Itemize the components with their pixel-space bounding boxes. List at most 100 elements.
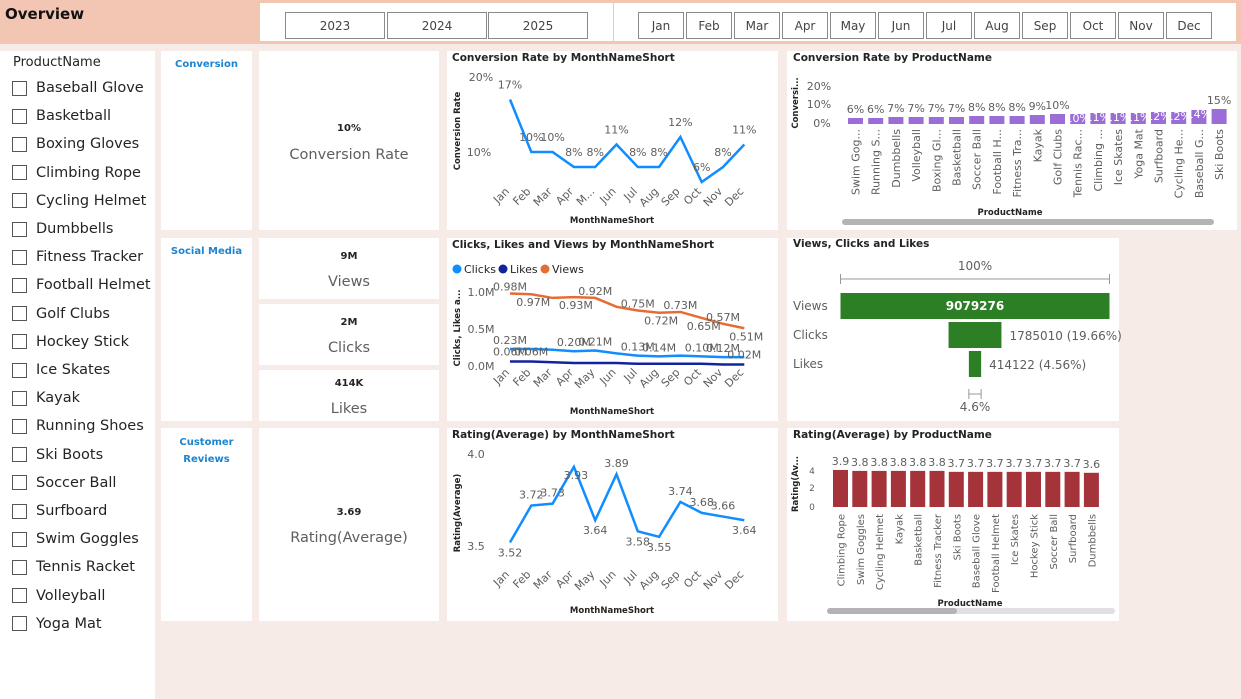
- product-filter-label: Ice Skates: [36, 362, 111, 378]
- x-tick-label: Oct: [681, 184, 704, 207]
- month-button-mar[interactable]: Mar: [734, 12, 780, 39]
- product-filter-item[interactable]: Boxing Gloves: [12, 135, 139, 153]
- checkbox[interactable]: [12, 306, 27, 322]
- product-filter-item[interactable]: Ice Skates: [12, 361, 110, 379]
- checkbox[interactable]: [12, 249, 27, 265]
- product-filter-item[interactable]: Dumbbells: [12, 220, 113, 238]
- checkbox[interactable]: [12, 108, 27, 124]
- checkbox[interactable]: [12, 193, 27, 209]
- conversion-product-chart: 20% 10% 0% Conversi... 6% Swim Gog... 6% Runnin…: [791, 77, 1231, 225]
- checkbox[interactable]: [12, 136, 27, 152]
- bar: [1050, 114, 1065, 124]
- x-tick-label: Sep: [659, 568, 683, 592]
- data-label: 3.64: [732, 524, 757, 537]
- checkbox[interactable]: [12, 221, 27, 237]
- x-tick-label: M...: [574, 185, 597, 208]
- kpi-card-conversion: [259, 51, 439, 230]
- data-label: 8%: [988, 101, 1005, 114]
- checkbox[interactable]: [12, 588, 27, 604]
- checkbox[interactable]: [12, 390, 27, 406]
- section-card-conversion: [161, 51, 252, 230]
- checkbox[interactable]: [12, 362, 27, 378]
- checkbox[interactable]: [12, 559, 27, 575]
- month-button-dec[interactable]: Dec: [1166, 12, 1212, 39]
- product-filter-label: Soccer Ball: [36, 474, 117, 491]
- x-tick-label: Nov: [701, 185, 726, 210]
- x-tick-label: Apr: [553, 568, 576, 591]
- month-button-may[interactable]: May: [830, 12, 876, 39]
- y-axis-label: Conversion Rate: [453, 91, 463, 170]
- x-tick-label: May: [572, 568, 598, 594]
- product-filter-item[interactable]: Ski Boots: [12, 446, 103, 464]
- data-label: 9%: [1029, 100, 1046, 113]
- x-tick-label: Aug: [637, 568, 661, 592]
- product-filter-item[interactable]: Hockey Stick: [12, 333, 129, 351]
- legend-marker: [540, 264, 550, 274]
- product-filter-item[interactable]: Yoga Mat: [12, 615, 102, 633]
- x-tick-label: Hockey Stick: [1030, 514, 1041, 578]
- product-filter-label: Tennis Racket: [36, 559, 135, 576]
- month-button-jun[interactable]: Jun: [878, 12, 924, 39]
- product-filter-label: Surfboard: [36, 503, 108, 519]
- month-button-jul[interactable]: Jul: [926, 12, 972, 39]
- checkbox[interactable]: [12, 418, 27, 434]
- bar: [910, 470, 926, 507]
- product-filter-item[interactable]: Soccer Ball: [12, 474, 116, 492]
- product-filter-item[interactable]: Tennis Racket: [12, 558, 135, 576]
- product-filter-item[interactable]: Surfboard: [12, 502, 107, 520]
- product-filter-item[interactable]: Basketball: [12, 107, 111, 125]
- data-label: 0.75M: [621, 298, 655, 311]
- month-button-nov[interactable]: Nov: [1118, 12, 1164, 39]
- checkbox[interactable]: [12, 80, 27, 96]
- x-tick-label: Mar: [531, 185, 555, 209]
- product-filter-item[interactable]: Volleyball: [12, 587, 105, 605]
- x-tick-label: Jun: [597, 366, 619, 388]
- legend-label: Views: [552, 263, 584, 276]
- checkbox[interactable]: [12, 447, 27, 463]
- product-filter-item[interactable]: Kayak: [12, 389, 80, 407]
- x-tick-label: Sep: [659, 185, 683, 209]
- x-tick-label: Oct: [681, 567, 704, 590]
- y-axis-label: Clicks, Likes a...: [453, 290, 463, 367]
- product-filter-item[interactable]: Climbing Rope: [12, 164, 141, 182]
- checkbox[interactable]: [12, 531, 27, 547]
- product-filter-item[interactable]: Running Shoes: [12, 417, 144, 435]
- product-filter-label: Ski Boots: [36, 446, 104, 463]
- checkbox[interactable]: [12, 334, 27, 350]
- x-tick-label: Fitness Tracker: [933, 513, 944, 588]
- year-button-2025[interactable]: 2025: [488, 12, 588, 39]
- month-button-feb[interactable]: Feb: [686, 12, 732, 39]
- data-label: 414122 (4.56%): [989, 358, 1086, 372]
- x-tick-label: Climbing Rope: [837, 514, 848, 586]
- year-button-2024[interactable]: 2024: [387, 12, 487, 39]
- x-tick-label: Nov: [701, 366, 726, 391]
- x-axis-label: MonthNameShort: [570, 407, 654, 417]
- product-filter-item[interactable]: Fitness Tracker: [12, 248, 143, 266]
- month-button-sep[interactable]: Sep: [1022, 12, 1068, 39]
- data-label: 8%: [565, 146, 582, 159]
- product-filter-item[interactable]: Swim Goggles: [12, 530, 139, 548]
- year-button-2023[interactable]: 2023: [285, 12, 385, 39]
- product-filter-item[interactable]: Cycling Helmet: [12, 192, 146, 210]
- bar: [1029, 115, 1045, 124]
- checkbox[interactable]: [12, 165, 27, 181]
- month-button-oct[interactable]: Oct: [1070, 12, 1116, 39]
- horizontal-scrollbar: [827, 608, 957, 614]
- month-button-apr[interactable]: Apr: [782, 12, 828, 39]
- data-label: 3.7: [1044, 457, 1062, 470]
- data-label: 0.14M: [642, 341, 676, 354]
- bar: [1006, 471, 1022, 507]
- checkbox[interactable]: [12, 277, 27, 293]
- funnel-top-label: 100%: [958, 259, 992, 273]
- checkbox[interactable]: [12, 616, 27, 632]
- x-tick-label: Yoga Mat: [1132, 128, 1145, 179]
- product-filter-item[interactable]: Baseball Glove: [12, 79, 144, 97]
- cvl-month-chart: Clicks Likes Views 1.0M 0.5M 0.0M Clicks, Like…: [452, 263, 763, 417]
- checkbox[interactable]: [12, 475, 27, 491]
- month-button-jan[interactable]: Jan: [638, 12, 684, 39]
- data-label: 0.06M: [514, 346, 548, 359]
- checkbox[interactable]: [12, 503, 27, 519]
- product-filter-item[interactable]: Football Helmet: [12, 276, 151, 294]
- product-filter-item[interactable]: Golf Clubs: [12, 305, 110, 323]
- month-button-aug[interactable]: Aug: [974, 12, 1020, 39]
